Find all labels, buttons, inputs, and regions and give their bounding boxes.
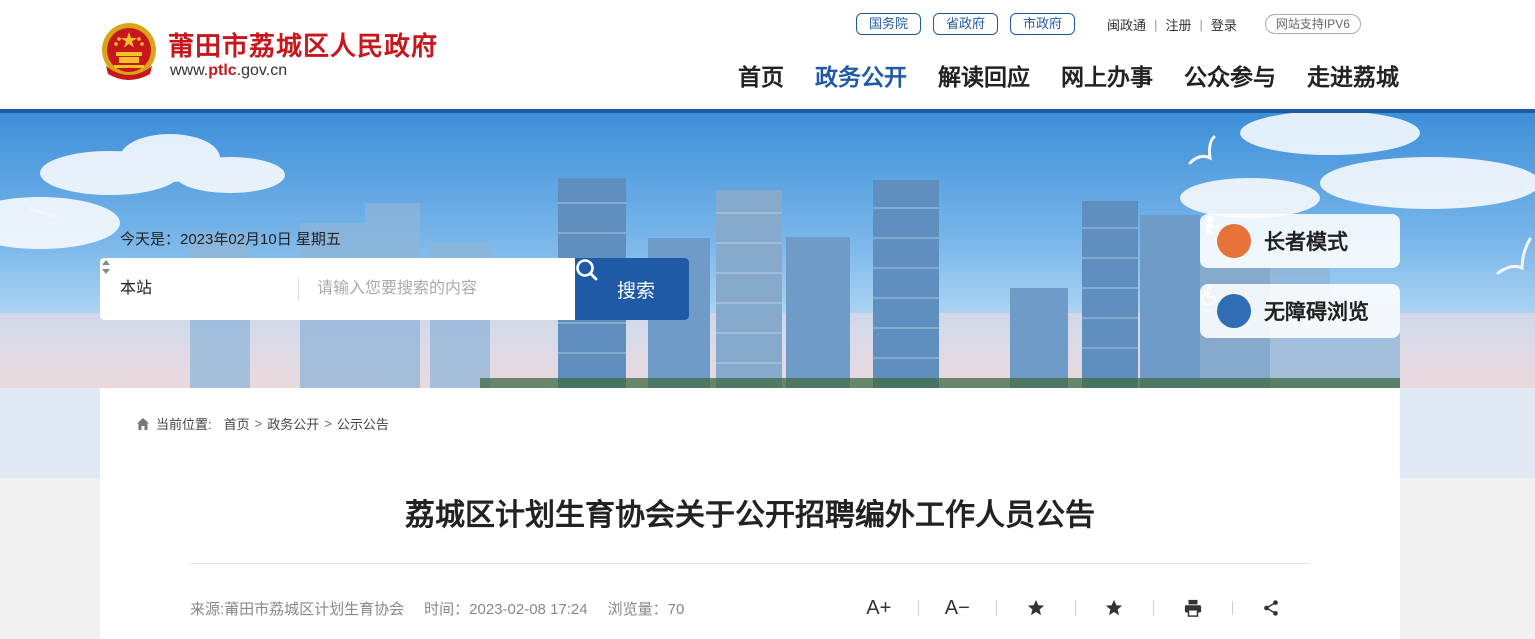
breadcrumb-separator: >	[254, 416, 263, 431]
breadcrumb-label: 当前位置:	[156, 417, 212, 432]
search-scope-select[interactable]: 本站	[120, 258, 152, 320]
breadcrumb: 当前位置: 首页 > 政务公开 > 公示公告	[136, 414, 389, 433]
article-source: 来源:莆田市荔城区计划生育协会	[190, 601, 405, 618]
nav-interpretation[interactable]: 解读回应	[938, 58, 1030, 92]
share-icon	[1264, 600, 1279, 616]
today-date: 今天是：2023年02月10日 星期五	[120, 231, 341, 248]
top-links: 国务院 省政府 市政府 闽政通 | 注册 | 登录 网站支持IPV6	[856, 12, 1361, 36]
wheelchair-icon	[1201, 285, 1251, 328]
font-larger-button[interactable]: A+	[840, 591, 918, 625]
nav-online-services[interactable]: 网上办事	[1061, 58, 1153, 92]
article-meta: 来源:莆田市荔城区计划生育协会 时间：2023-02-08 17:24 浏览量：…	[190, 598, 704, 619]
breadcrumb-announcements[interactable]: 公示公告	[337, 414, 389, 433]
breadcrumb-home[interactable]: 首页	[224, 414, 250, 433]
search-button[interactable]: 搜索	[575, 258, 689, 320]
site-url-highlight: ptlc	[208, 62, 237, 79]
elder-icon	[1205, 215, 1251, 258]
link-city-gov[interactable]: 市政府	[1010, 13, 1076, 35]
search-bar: 本站 搜索	[100, 258, 689, 320]
updown-arrows-icon	[102, 260, 110, 274]
article-toolbar: A+ A−	[840, 591, 1310, 625]
ipv6-badge: 网站支持IPV6	[1264, 14, 1361, 34]
printer-icon	[1184, 599, 1201, 617]
nav-home[interactable]: 首页	[738, 58, 784, 92]
favorite-button[interactable]	[997, 591, 1075, 625]
site-header: 莆田市荔城区人民政府 www.ptlc.gov.cn 国务院 省政府 市政府 闽…	[0, 0, 1535, 110]
nav-about-licheng[interactable]: 走进荔城	[1307, 58, 1399, 92]
collect-button[interactable]	[1076, 591, 1154, 625]
article-views: 浏览量：70	[607, 601, 685, 618]
main-nav: 首页 政务公开 解读回应 网上办事 公众参与 走进荔城	[707, 58, 1399, 92]
breadcrumb-gov-affairs[interactable]: 政务公开	[267, 414, 319, 433]
link-minzhengtong[interactable]: 闽政通	[1107, 15, 1146, 34]
link-province-gov[interactable]: 省政府	[933, 13, 999, 35]
link-register[interactable]: 注册	[1165, 15, 1191, 34]
site-url-prefix: www.	[170, 62, 209, 79]
site-url-suffix: .gov.cn	[236, 62, 288, 79]
link-login[interactable]: 登录	[1211, 15, 1237, 34]
article-title: 荔城区计划生育协会关于公开招聘编外工作人员公告	[405, 499, 1095, 532]
font-smaller-button[interactable]: A−	[919, 591, 997, 625]
search-icon	[576, 259, 598, 281]
national-emblem-icon	[102, 23, 156, 80]
star-icon	[1106, 599, 1123, 616]
title-divider	[190, 563, 1310, 564]
link-separator: |	[1154, 16, 1158, 32]
nav-public-participation[interactable]: 公众参与	[1184, 58, 1276, 92]
print-button[interactable]	[1154, 591, 1232, 625]
breadcrumb-separator: >	[324, 416, 332, 431]
star-icon	[1027, 599, 1044, 616]
home-icon	[137, 417, 149, 430]
accessible-mode-label: 无障碍浏览	[1264, 301, 1369, 324]
nav-gov-affairs[interactable]: 政务公开	[815, 58, 907, 92]
article-panel: 当前位置: 首页 > 政务公开 > 公示公告 荔城区计划生育协会关于公开招聘编外…	[100, 388, 1400, 639]
link-separator: |	[1199, 16, 1203, 32]
elder-mode-button[interactable]: 长者模式	[1200, 214, 1400, 268]
search-button-label: 搜索	[616, 280, 655, 302]
accessible-mode-button[interactable]: 无障碍浏览	[1200, 284, 1400, 338]
site-url: www.ptlc.gov.cn	[170, 62, 287, 80]
elder-mode-label: 长者模式	[1264, 231, 1348, 254]
link-state-council[interactable]: 国务院	[856, 13, 922, 35]
search-divider	[298, 278, 299, 300]
share-button[interactable]	[1233, 591, 1311, 625]
article-time: 时间：2023-02-08 17:24	[424, 601, 588, 618]
site-name: 莆田市荔城区人民政府	[168, 32, 439, 62]
